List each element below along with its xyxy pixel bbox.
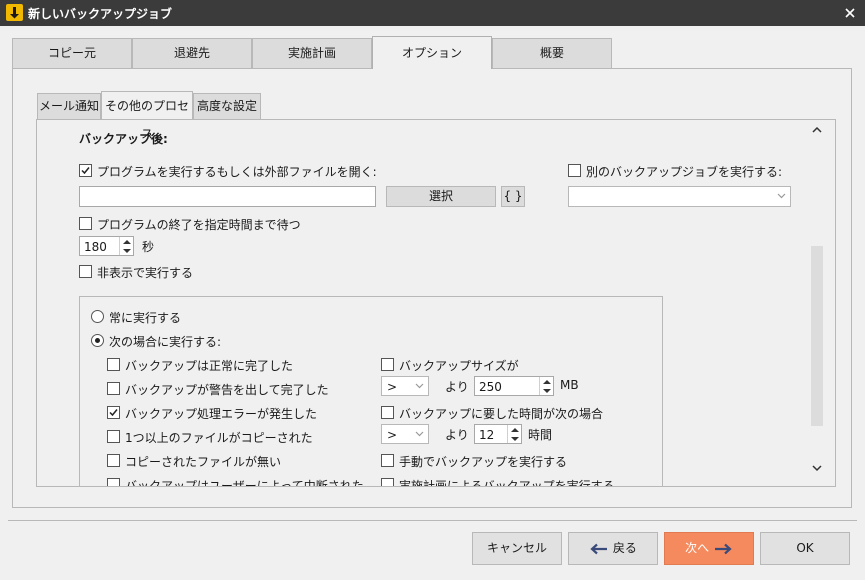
- scroll-up-icon[interactable]: [807, 124, 827, 136]
- wait-until-checkbox[interactable]: [79, 217, 92, 230]
- size-value-stepper[interactable]: 250: [474, 376, 554, 396]
- always-label: 常に実行する: [109, 311, 182, 325]
- wait-seconds-stepper[interactable]: 180: [79, 236, 134, 256]
- cond-no-files-label: コピーされたファイルが無い: [125, 455, 282, 469]
- check-icon: [109, 409, 118, 417]
- tab-source[interactable]: コピー元: [12, 38, 132, 69]
- cond-no-files-checkbox[interactable]: [107, 454, 120, 467]
- arrow-left-icon: [590, 543, 608, 554]
- cond-manual-checkbox[interactable]: [381, 454, 394, 467]
- size-than-label: より: [445, 380, 469, 394]
- cond-files-copied-checkbox[interactable]: [107, 430, 120, 443]
- scrollbar-thumb[interactable]: [811, 246, 823, 426]
- arrow-up-icon: [543, 380, 551, 384]
- ok-button[interactable]: OK: [760, 532, 850, 565]
- check-icon: [81, 167, 90, 175]
- other-job-select[interactable]: [568, 186, 791, 207]
- size-operator-select[interactable]: >: [381, 376, 429, 396]
- wait-seconds-value: 180: [84, 240, 107, 254]
- run-hidden-checkbox[interactable]: [79, 265, 92, 278]
- chevron-down-icon: [415, 431, 424, 437]
- cond-success-checkbox[interactable]: [107, 358, 120, 371]
- cond-scheduled-label: 実施計画によるバックアップを実行する: [399, 479, 615, 487]
- time-unit: 時間: [528, 428, 553, 442]
- arrow-down-icon: [511, 437, 519, 441]
- stepper-arrows[interactable]: [539, 377, 553, 395]
- size-value: 250: [479, 380, 502, 394]
- time-value-stepper[interactable]: 12: [474, 424, 522, 444]
- arrow-down-icon: [543, 389, 551, 393]
- stepper-arrows[interactable]: [507, 425, 521, 443]
- variables-button[interactable]: { }: [501, 186, 525, 207]
- title-bar: 新しいバックアップジョブ: [0, 0, 865, 26]
- time-operator-select[interactable]: >: [381, 424, 429, 444]
- cond-error-checkbox[interactable]: [107, 406, 120, 419]
- chevron-down-icon: [777, 193, 786, 199]
- run-other-job-label: 別のバックアップジョブを実行する:: [586, 165, 783, 179]
- wait-seconds-unit: 秒: [142, 240, 155, 254]
- back-button[interactable]: 戻る: [568, 532, 658, 565]
- cond-warning-label: バックアップが警告を出して完了した: [125, 383, 329, 397]
- cond-files-copied-label: 1つ以上のファイルがコピーされた: [125, 431, 313, 445]
- size-unit: MB: [560, 378, 579, 392]
- arrow-up-icon: [511, 428, 519, 432]
- close-icon: [845, 8, 855, 18]
- cond-error-label: バックアップ処理エラーが発生した: [125, 407, 318, 421]
- cond-time-label: バックアップに要した時間が次の場合: [399, 407, 604, 421]
- stepper-arrows[interactable]: [119, 237, 133, 255]
- cond-success-label: バックアップは正常に完了した: [125, 359, 294, 373]
- cancel-label: キャンセル: [486, 541, 547, 555]
- next-label: 次へ: [685, 541, 710, 555]
- when-label: 次の場合に実行する:: [109, 335, 222, 349]
- run-program-label: プログラムを実行するもしくは外部ファイルを開く:: [97, 165, 377, 179]
- cond-cancelled-label: バックアップはユーザーによって中断された: [125, 479, 364, 487]
- cond-manual-label: 手動でバックアップを実行する: [399, 455, 568, 469]
- arrow-up-icon: [123, 240, 131, 244]
- cond-warning-checkbox[interactable]: [107, 382, 120, 395]
- run-other-job-checkbox[interactable]: [568, 164, 581, 177]
- section-heading: バックアップ後:: [79, 132, 168, 146]
- tab-schedule[interactable]: 実施計画: [252, 38, 372, 69]
- cond-time-checkbox[interactable]: [381, 406, 394, 419]
- footer-separator: [8, 520, 857, 521]
- run-program-checkbox[interactable]: [79, 164, 92, 177]
- cond-size-label: バックアップサイズが: [399, 359, 519, 373]
- always-radio[interactable]: [91, 310, 104, 323]
- chevron-down-icon: [415, 383, 424, 389]
- time-value: 12: [479, 428, 495, 442]
- time-than-label: より: [445, 428, 469, 442]
- next-button[interactable]: 次へ: [664, 532, 754, 565]
- program-path-input[interactable]: [79, 186, 376, 207]
- subtab-other-processes[interactable]: その他のプロセス: [101, 91, 193, 141]
- cond-cancelled-checkbox[interactable]: [107, 478, 120, 486]
- scroll-down-icon[interactable]: [807, 462, 827, 474]
- run-hidden-label: 非表示で実行する: [97, 266, 194, 280]
- arrow-down-icon: [123, 249, 131, 253]
- tab-destination[interactable]: 退避先: [132, 38, 252, 69]
- cond-size-checkbox[interactable]: [381, 358, 394, 371]
- cond-scheduled-checkbox[interactable]: [381, 478, 394, 486]
- close-button[interactable]: [835, 0, 865, 26]
- arrow-right-icon: [714, 543, 732, 554]
- wait-until-label: プログラムの終了を指定時間まで待つ: [97, 218, 301, 232]
- select-button[interactable]: 選択: [386, 186, 496, 207]
- time-operator-value: >: [387, 428, 398, 442]
- tab-options[interactable]: オプション: [372, 36, 492, 69]
- size-operator-value: >: [387, 380, 398, 394]
- app-logo-icon: [6, 4, 23, 21]
- subtab-advanced[interactable]: 高度な設定: [193, 93, 261, 119]
- tab-summary[interactable]: 概要: [492, 38, 612, 69]
- options-panel: メール通知 その他のプロセス 高度な設定 バックアップ後: プログラムを実行する…: [12, 68, 852, 508]
- ok-label: OK: [796, 541, 814, 555]
- cancel-button[interactable]: キャンセル: [472, 532, 562, 565]
- when-radio[interactable]: [91, 334, 104, 347]
- window-title: 新しいバックアップジョブ: [28, 7, 173, 21]
- other-processes-panel: バックアップ後: プログラムを実行するもしくは外部ファイルを開く: 別のバックア…: [36, 119, 836, 487]
- back-label: 戻る: [612, 541, 637, 555]
- subtab-email[interactable]: メール通知: [37, 93, 101, 119]
